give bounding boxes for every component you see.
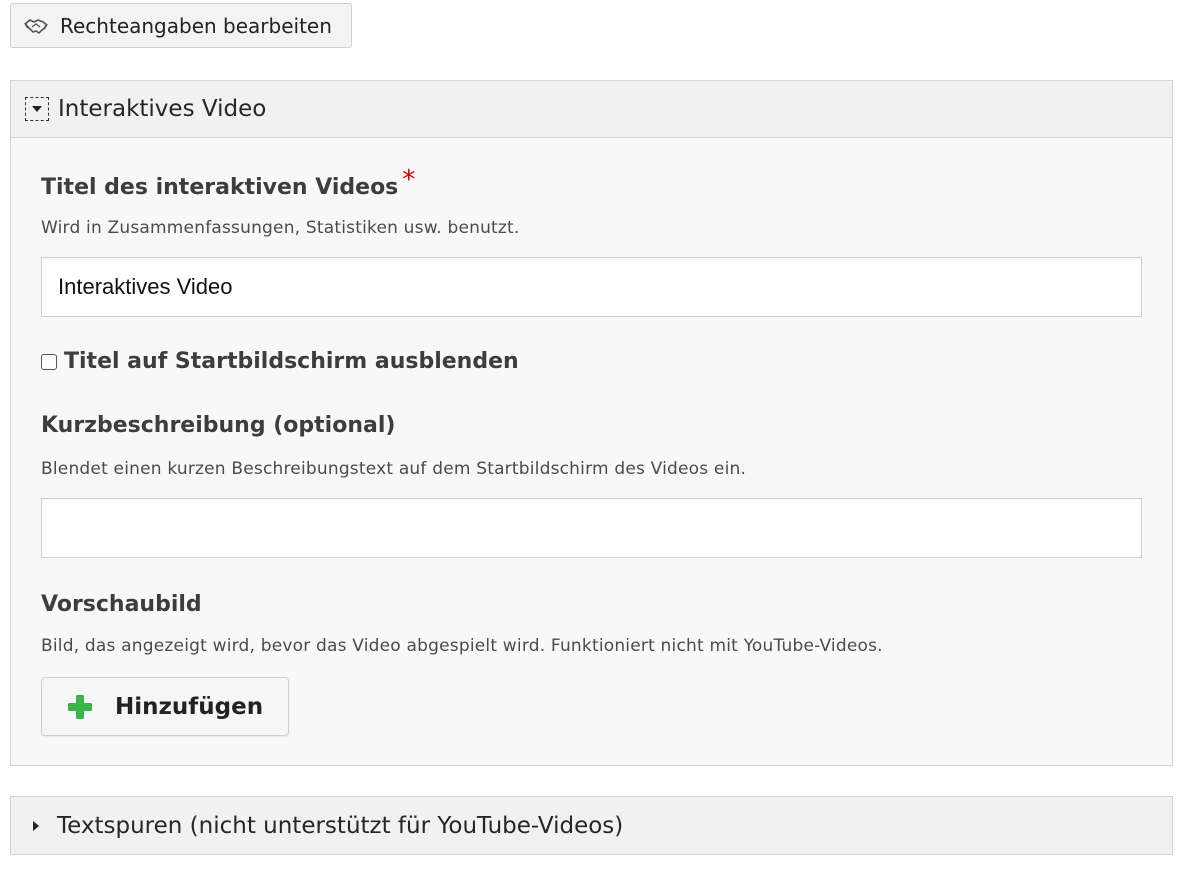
edit-copyright-button[interactable]: Rechteangaben bearbeiten [10,3,352,48]
add-poster-label: Hinzufügen [115,693,264,720]
text-tracks-group-header[interactable]: Textspuren (nicht unterstützt für YouTub… [11,797,1172,854]
edit-copyright-label: Rechteangaben bearbeiten [60,13,332,38]
poster-label: Vorschaubild [41,592,202,617]
collapse-toggle[interactable] [25,97,49,121]
short-description-input[interactable] [41,498,1142,558]
short-description-hint: Blendet einen kurzen Beschreibungstext a… [41,459,747,479]
required-asterisk: * [402,165,416,195]
text-tracks-group: Textspuren (nicht unterstützt für YouTub… [10,796,1173,855]
short-description-label: Kurzbeschreibung (optional) [41,413,396,438]
hide-title-checkbox[interactable] [41,353,57,370]
title-field-label: Titel des interaktiven Videos * [41,165,415,201]
text-tracks-title: Textspuren (nicht unterstützt für YouTub… [57,812,624,839]
poster-description: Bild, das angezeigt wird, bevor das Vide… [41,636,883,656]
add-poster-button[interactable]: Hinzufügen [41,677,289,736]
title-input[interactable] [41,257,1142,317]
interactive-video-group: Interaktives Video Titel des interaktive… [10,80,1173,766]
interactive-video-group-header[interactable]: Interaktives Video [11,81,1172,138]
group-title: Interaktives Video [58,96,267,122]
title-field-description: Wird in Zusammenfassungen, Statistiken u… [41,218,520,238]
handshake-icon [23,15,49,37]
plus-icon [66,693,94,721]
triangle-down-icon [32,106,42,112]
hide-title-option[interactable]: Titel auf Startbildschirm ausblenden [41,349,519,374]
hide-title-label: Titel auf Startbildschirm ausblenden [64,349,519,374]
triangle-right-icon [33,820,39,831]
title-field-label-text: Titel des interaktiven Videos [41,175,399,200]
